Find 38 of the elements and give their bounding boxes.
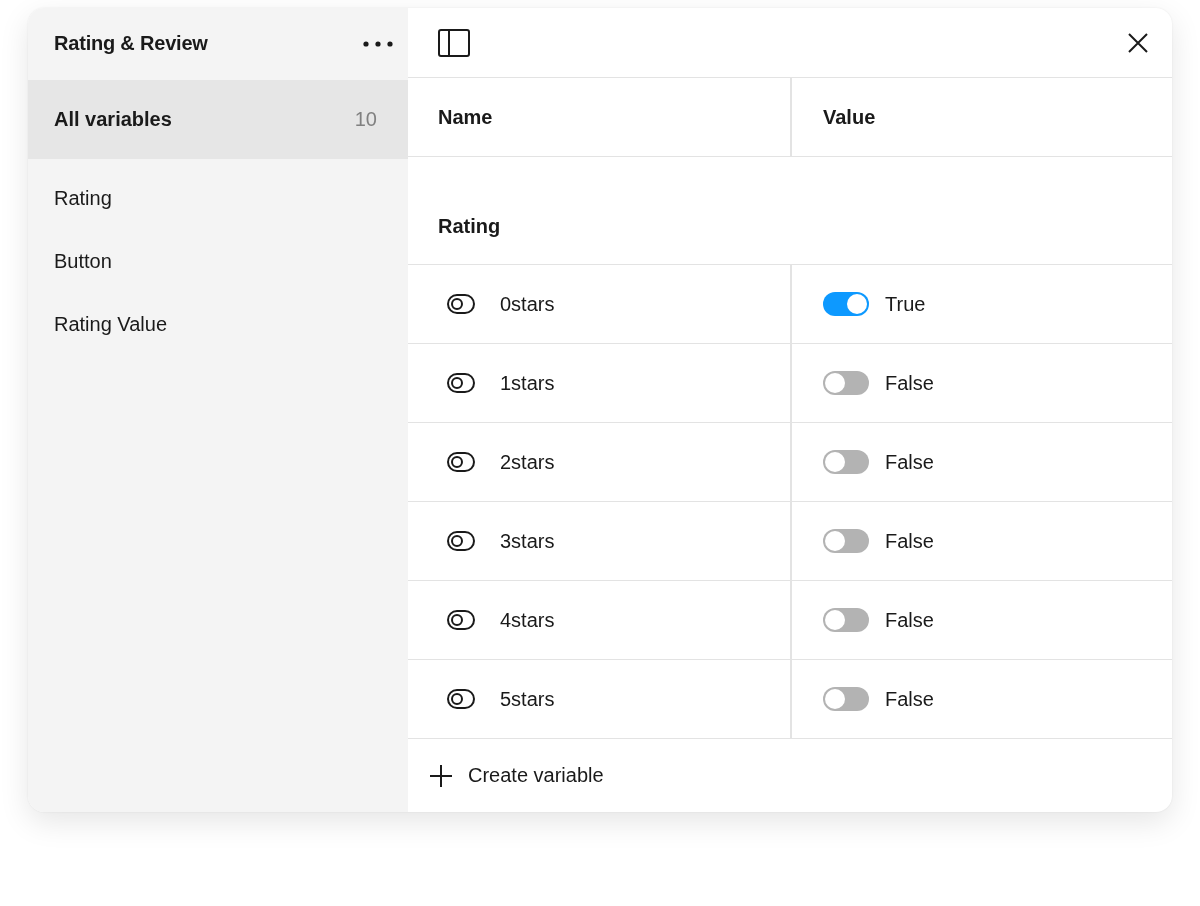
value-label: True bbox=[885, 292, 926, 316]
variable-name: 2stars bbox=[500, 450, 555, 474]
boolean-variable-icon bbox=[447, 373, 475, 393]
variable-name: 1stars bbox=[500, 371, 555, 395]
close-icon[interactable] bbox=[1128, 32, 1148, 53]
sidebar-item[interactable]: Rating bbox=[28, 167, 408, 230]
group-heading: Rating bbox=[438, 215, 501, 238]
value-label: False bbox=[885, 450, 934, 474]
value-label: False bbox=[885, 687, 934, 711]
plus-icon bbox=[430, 764, 452, 787]
variable-name: 5stars bbox=[500, 687, 555, 711]
column-header: Value bbox=[822, 104, 877, 130]
value-label: False bbox=[885, 608, 934, 632]
boolean-variable-icon bbox=[447, 294, 475, 314]
variable-name: 3stars bbox=[500, 529, 555, 553]
variable-name: 0stars bbox=[500, 292, 555, 316]
toggle-switch[interactable] bbox=[823, 371, 869, 395]
toggle-switch[interactable] bbox=[823, 450, 869, 474]
sidebar-item[interactable]: Rating Value bbox=[28, 293, 408, 356]
boolean-variable-icon bbox=[447, 531, 475, 551]
variable-count: 10 bbox=[354, 108, 377, 131]
create-variable-button[interactable]: Create variable bbox=[430, 764, 604, 787]
toggle-switch[interactable] bbox=[823, 687, 869, 711]
toggle-switch[interactable] bbox=[823, 608, 869, 632]
value-label: False bbox=[885, 371, 934, 395]
boolean-variable-icon bbox=[447, 689, 475, 709]
sidebar-item[interactable]: Button bbox=[28, 230, 408, 293]
toggle-switch[interactable] bbox=[823, 529, 869, 553]
boolean-variable-icon bbox=[447, 452, 475, 472]
more-icon[interactable] bbox=[363, 40, 393, 47]
boolean-variable-icon bbox=[447, 610, 475, 630]
sidebar-item[interactable]: All variables 10 bbox=[28, 80, 408, 159]
sidebar-panel-icon[interactable] bbox=[438, 28, 470, 57]
variable-name: 4stars bbox=[500, 608, 555, 632]
toggle-switch[interactable] bbox=[823, 292, 869, 316]
column-header: Name bbox=[408, 78, 792, 156]
collection-title: Rating & Review bbox=[54, 32, 208, 55]
value-label: False bbox=[885, 529, 934, 553]
